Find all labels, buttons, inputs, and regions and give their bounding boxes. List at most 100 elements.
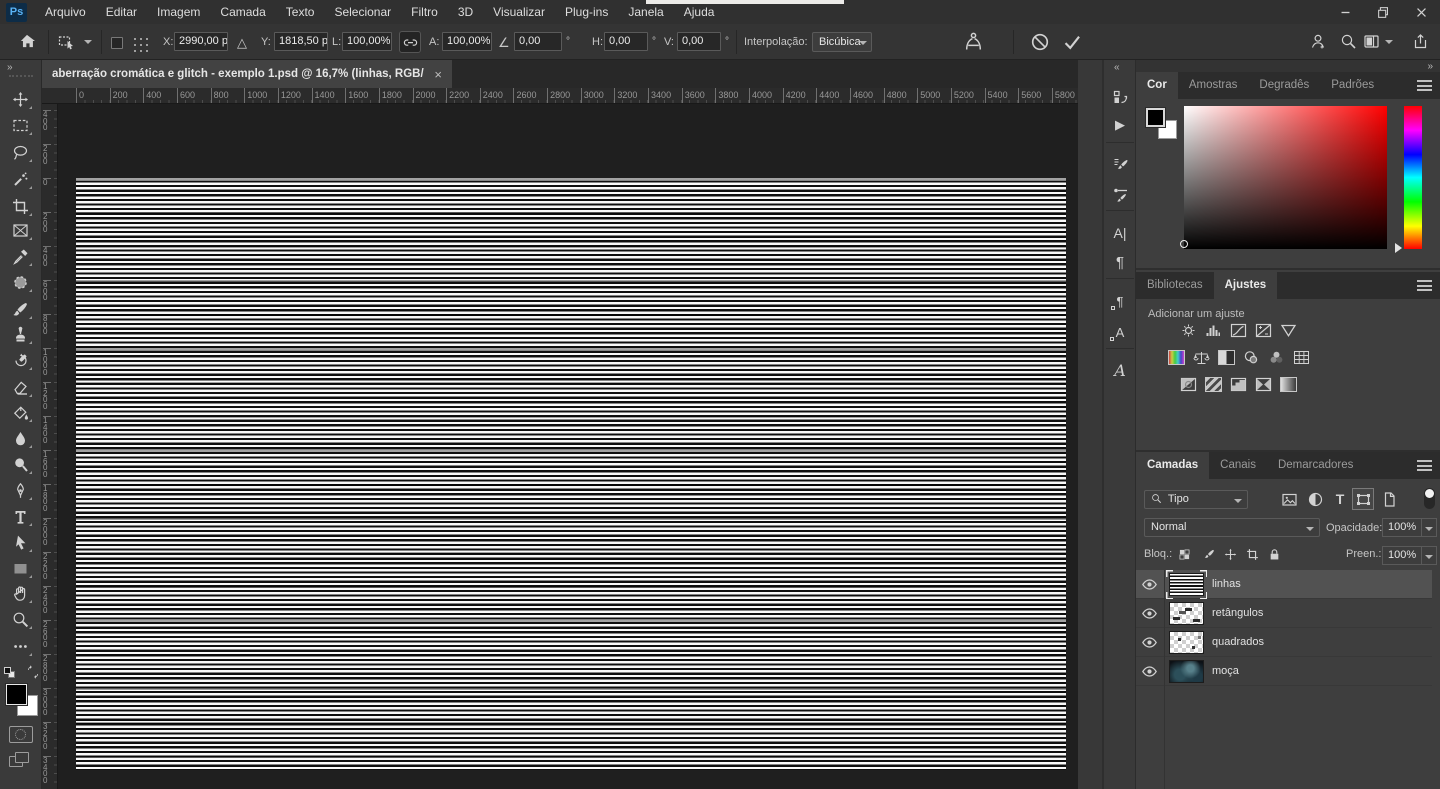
tab-padr-es[interactable]: Padrões [1320,72,1385,99]
adjustments-panel-menu-icon[interactable] [1417,280,1432,291]
tab-cor[interactable]: Cor [1136,72,1178,99]
link-dimensions-icon[interactable] [399,31,421,53]
workspace-icon[interactable] [1363,33,1381,51]
adjustment-color-lookup-icon[interactable] [1293,350,1310,365]
screen-mode-button[interactable] [9,752,31,769]
type-tool-icon[interactable] [12,508,32,526]
lock-transparency-icon[interactable] [1176,546,1192,562]
frame-tool-icon[interactable] [12,222,32,240]
chevron-down-icon[interactable] [1385,40,1393,44]
move-tool-icon[interactable] [12,91,32,109]
history-brush-tool-icon[interactable] [12,352,32,370]
lasso-tool-icon[interactable] [12,144,32,162]
adjustment-gradient-map-icon[interactable] [1255,377,1272,392]
lock-all-icon[interactable] [1266,546,1282,562]
chevron-down-icon[interactable] [84,40,92,44]
adjustment-channel-mixer-icon[interactable] [1268,350,1285,365]
close-tab-icon[interactable]: × [434,68,442,81]
adjustment-black-white-icon[interactable] [1218,350,1235,365]
layer-visibility-eye-icon[interactable] [1141,576,1158,593]
clone-stamp-tool-icon[interactable] [12,326,32,344]
toolbar-collapse-icon[interactable]: » [7,62,12,73]
foreground-color-swatch[interactable] [1145,107,1166,128]
hue-slider[interactable] [1404,106,1422,249]
panel-icon-paragraph-styles[interactable]: ¶ [1108,289,1132,313]
dock-expand-icon[interactable]: » [1427,61,1432,72]
adjustment-curves-icon[interactable] [1230,323,1247,338]
width-input[interactable]: 100,00% [342,32,392,51]
panel-icon-brush-settings[interactable] [1108,152,1132,176]
blend-mode-select[interactable]: Normal [1144,518,1320,537]
vertical-ruler[interactable]: 400 200 0 200 400 600 800 1000 1200 1400 1600 1800 2… [42,104,58,789]
menu-item-arquivo[interactable]: Arquivo [35,0,96,24]
panel-icon-paragraph[interactable]: ¶ [1108,250,1132,274]
warp-mode-icon[interactable] [963,31,985,53]
menu-item-visualizar[interactable]: Visualizar [483,0,555,24]
commit-transform-icon[interactable] [1062,32,1082,52]
adjustment-hue-saturation-icon[interactable] [1168,350,1185,365]
layer-row-3[interactable]: moça [1136,657,1432,686]
vskew-input[interactable]: 0,00 [677,32,721,51]
adjustment-exposure-icon[interactable] [1255,323,1272,338]
height-input[interactable]: 100,00% [442,32,492,51]
menu-item-camada[interactable]: Camada [210,0,275,24]
account-icon[interactable] [1310,33,1328,51]
rectangular-marquee-tool-icon[interactable] [12,117,32,135]
layer-filter-select[interactable]: Tipo [1144,490,1248,509]
dodge-tool-icon[interactable] [12,456,32,474]
tab-amostras[interactable]: Amostras [1178,72,1249,99]
paint-bucket-tool-icon[interactable] [12,404,32,422]
saturation-brightness-field[interactable] [1184,106,1387,249]
fill-dropdown[interactable] [1422,546,1437,565]
angle-input[interactable]: 0,00 [514,32,562,51]
eraser-tool-icon[interactable] [12,379,32,397]
opacity-input[interactable]: 100% [1382,518,1422,537]
menu-item-imagem[interactable]: Imagem [147,0,210,24]
color-panel-menu-icon[interactable] [1417,80,1432,91]
filter-image-icon[interactable] [1280,490,1298,508]
layer-visibility-eye-icon[interactable] [1141,605,1158,622]
adjustment-posterize-icon[interactable] [1205,377,1222,392]
panel-icon-brushes[interactable] [1108,182,1132,206]
tab-ajustes[interactable]: Ajustes [1213,272,1278,299]
tab-bibliotecas[interactable]: Bibliotecas [1136,272,1214,299]
layer-filter-toggle[interactable] [1424,488,1435,509]
layer-name[interactable]: linhas [1212,578,1241,590]
layer-thumbnail[interactable] [1166,570,1207,599]
reference-point-checkbox[interactable] [111,37,123,49]
layer-thumbnail[interactable] [1169,602,1204,625]
opacity-dropdown[interactable] [1422,518,1437,537]
layer-visibility-eye-icon[interactable] [1141,663,1158,680]
rectangle-tool-icon[interactable] [12,560,32,578]
default-colors-icon[interactable] [4,667,15,678]
menu-item-plug-ins[interactable]: Plug-ins [555,0,618,24]
x-input[interactable]: 2990,00 px [174,32,228,51]
healing-brush-tool-icon[interactable] [12,274,32,292]
panel-icon-character[interactable]: A| [1108,221,1132,245]
home-icon[interactable] [19,33,37,51]
hskew-input[interactable]: 0,00 [604,32,648,51]
lock-pixels-icon[interactable] [1200,546,1216,562]
lock-artboard-icon[interactable] [1244,546,1260,562]
toolbar-grip[interactable] [9,75,33,77]
cancel-transform-icon[interactable] [1030,32,1050,52]
layer-name[interactable]: retângulos [1212,607,1263,619]
tab-degrad-s[interactable]: Degradês [1248,72,1320,99]
share-icon[interactable] [1412,33,1430,51]
tab-demarcadores[interactable]: Demarcadores [1267,452,1364,479]
panel-icon-actions[interactable]: ▶ [1108,112,1132,136]
panel-icon-clone-source[interactable] [1108,85,1132,109]
panel-icon-glyphs[interactable]: A [1108,359,1132,383]
hand-tool-icon[interactable] [12,585,32,603]
color-picker-cursor[interactable] [1180,240,1188,248]
menu-item-texto[interactable]: Texto [276,0,325,24]
edit-toolbar-tool-icon[interactable] [12,638,32,656]
layers-panel-menu-icon[interactable] [1417,460,1432,471]
eyedropper-tool-icon[interactable] [12,248,32,266]
layer-row-1[interactable]: retângulos [1136,599,1432,628]
swap-colors-icon[interactable] [26,665,40,679]
menu-item-editar[interactable]: Editar [96,0,147,24]
layer-thumbnail[interactable] [1169,631,1204,654]
menu-item-filtro[interactable]: Filtro [401,0,448,24]
layer-row-2[interactable]: quadrados [1136,628,1432,657]
